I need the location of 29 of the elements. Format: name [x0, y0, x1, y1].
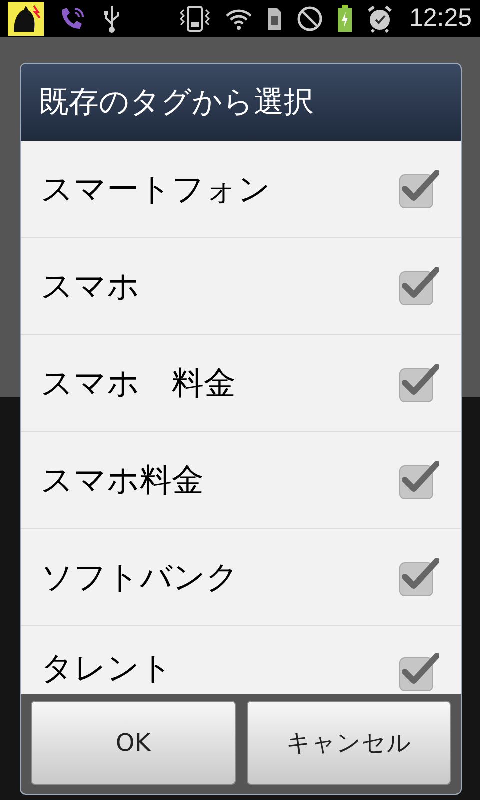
checkbox[interactable]	[399, 363, 439, 403]
checkbox[interactable]	[399, 266, 439, 306]
tag-list-item[interactable]: スマホ	[21, 238, 461, 335]
cancel-button[interactable]: キャンセル	[246, 701, 451, 785]
tag-label: ソフトバンク	[41, 557, 239, 598]
tag-list-item[interactable]: スマホ 料金	[21, 335, 461, 432]
checkbox[interactable]	[399, 652, 439, 692]
checkbox[interactable]	[399, 557, 439, 597]
app-icon	[8, 2, 44, 36]
battery-icon	[337, 4, 354, 32]
tag-list-item[interactable]: ソフトバンク	[21, 529, 461, 626]
tag-label: スマートフォン	[41, 169, 271, 210]
tag-list-item[interactable]: タレント	[21, 626, 461, 694]
clock: 12:25	[409, 2, 472, 34]
ok-button[interactable]: OK	[31, 701, 236, 785]
checkbox[interactable]	[399, 169, 439, 209]
tag-list-item[interactable]: スマートフォン	[21, 141, 461, 238]
tag-list-item[interactable]: スマホ料金	[21, 432, 461, 529]
vibrate-icon	[179, 4, 212, 34]
dialog-title: 既存のタグから選択	[39, 84, 314, 122]
tag-label: スマホ料金	[41, 460, 204, 501]
sim-card-icon	[267, 6, 284, 30]
blocked-icon	[297, 6, 324, 32]
alarm-icon	[367, 4, 394, 32]
checkbox[interactable]	[399, 460, 439, 500]
tag-label: スマホ 料金	[41, 363, 236, 404]
tag-label: スマホ	[41, 266, 140, 307]
usb-icon	[102, 4, 122, 34]
tag-label: タレント	[41, 648, 173, 689]
